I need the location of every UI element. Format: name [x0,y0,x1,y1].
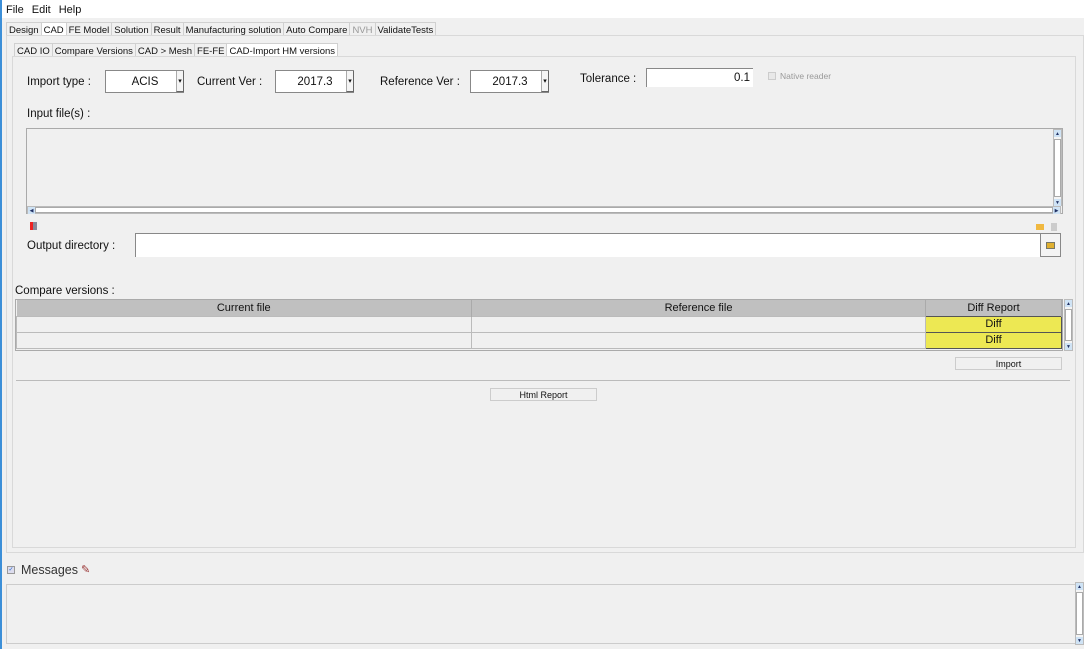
tolerance-input[interactable]: 0.1 [646,68,753,87]
table-row: Diff [16,315,1062,333]
scroll-down-icon[interactable]: ▼ [1065,343,1072,350]
input-files-label: Input file(s) : [27,108,91,120]
diff-button[interactable]: Diff [925,331,1062,349]
compare-versions-label: Compare versions : [15,285,115,297]
scroll-thumb[interactable] [1065,309,1072,341]
menu-help[interactable]: Help [59,4,82,16]
dropdown-arrow-icon: ▾ [541,71,549,92]
col-current-file: Current file [16,300,472,316]
reference-ver-label: Reference Ver : [380,76,460,88]
current-ver-select[interactable]: 2017.3 ▾ [275,70,354,93]
browse-folder-button[interactable] [1040,233,1061,257]
dropdown-arrow-icon: ▾ [176,71,184,92]
native-reader-checkbox[interactable] [768,72,776,80]
html-report-button[interactable]: Html Report [490,388,597,401]
scroll-up-icon[interactable]: ▲ [1065,300,1072,307]
messages-scrollbar[interactable]: ▲ ▼ [1075,582,1084,645]
remove-file-icon[interactable] [30,222,37,230]
input-files-hscrollbar[interactable]: ◀ ▶ [27,206,1061,214]
divider [16,380,1070,381]
scroll-down-icon[interactable]: ▼ [1076,637,1083,644]
messages-area[interactable] [6,584,1084,644]
current-file-cell[interactable] [16,315,472,333]
menu-bar: File Edit Help [2,0,1084,18]
scroll-thumb[interactable] [1054,139,1061,197]
import-type-label: Import type : [27,76,91,88]
file-icon[interactable] [1051,223,1057,231]
compare-table: Current file Reference file Diff Report Di… [15,299,1063,351]
output-dir-label: Output directory : [27,240,116,252]
input-files-list[interactable] [26,128,1063,214]
col-diff-report: Diff Report [925,300,1062,316]
native-reader-label: Native reader [780,71,832,81]
diff-button[interactable]: Diff [925,315,1062,333]
scroll-up-icon[interactable]: ▲ [1054,130,1061,137]
table-row: Diff [16,331,1062,349]
hscroll-thumb[interactable] [35,207,1053,213]
reference-ver-value: 2017.3 [492,75,528,88]
scroll-thumb[interactable] [1076,592,1083,635]
open-folder-icon [1046,241,1055,249]
import-button[interactable]: Import [955,357,1062,370]
current-ver-label: Current Ver : [197,76,263,88]
current-ver-value: 2017.3 [297,75,333,88]
current-file-cell[interactable] [16,331,472,349]
tolerance-label: Tolerance : [580,73,637,85]
messages-checkbox[interactable]: ✓ [7,566,15,574]
scroll-left-icon[interactable]: ◀ [28,207,35,214]
menu-file[interactable]: File [6,4,24,16]
col-reference-file: Reference file [471,300,926,316]
input-files-vscrollbar[interactable]: ▲ ▼ [1053,129,1062,206]
folder-icon[interactable] [1036,224,1044,230]
scroll-right-icon[interactable]: ▶ [1053,207,1060,214]
reference-file-cell[interactable] [471,315,926,333]
dropdown-arrow-icon: ▾ [346,71,354,92]
reference-ver-select[interactable]: 2017.3 ▾ [470,70,549,93]
import-type-value: ACIS [131,75,159,88]
output-dir-input[interactable] [135,233,1040,257]
scroll-up-icon[interactable]: ▲ [1076,583,1083,590]
reference-file-cell[interactable] [471,331,926,349]
menu-edit[interactable]: Edit [32,4,51,16]
pencil-icon[interactable]: ✎ [81,563,90,576]
import-type-select[interactable]: ACIS ▾ [105,70,184,93]
messages-label: Messages [21,563,78,577]
compare-table-scrollbar[interactable]: ▲ ▼ [1064,299,1073,351]
scroll-down-icon[interactable]: ▼ [1054,199,1061,206]
